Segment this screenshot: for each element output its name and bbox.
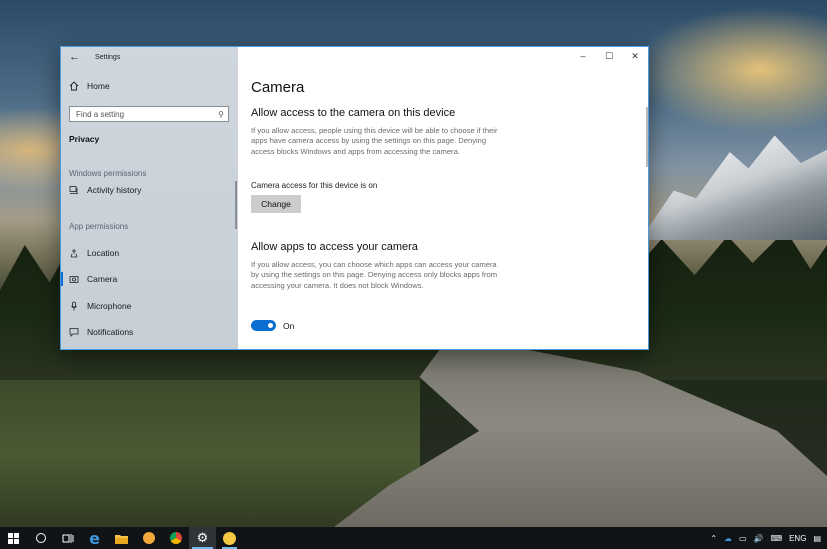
content-scrollbar[interactable] bbox=[646, 107, 648, 167]
sidebar-item-camera[interactable]: Camera bbox=[61, 272, 118, 286]
toggle-state-label: On bbox=[283, 321, 295, 331]
content-pane: – ☐ ✕ Camera Allow access to the camera … bbox=[238, 47, 648, 349]
search-icon[interactable]: ⚲ bbox=[214, 110, 228, 119]
chrome-button[interactable] bbox=[162, 527, 189, 549]
device-access-description: If you allow access, people using this d… bbox=[251, 126, 498, 156]
home-icon bbox=[69, 81, 79, 91]
sidebar-item-home[interactable]: Home bbox=[69, 81, 110, 91]
close-button[interactable]: ✕ bbox=[622, 47, 648, 65]
camera-access-toggle[interactable] bbox=[251, 320, 276, 331]
system-tray: ⌃ ☁ ▭ 🔊 ⌨ ENG ▤ bbox=[710, 527, 821, 549]
device-access-status: Camera access for this device is on bbox=[251, 181, 378, 190]
task-view-button[interactable] bbox=[54, 527, 81, 549]
apps-access-description: If you allow access, you can choose whic… bbox=[251, 260, 498, 290]
cortana-button[interactable] bbox=[27, 527, 54, 549]
emoji-app-icon bbox=[223, 531, 236, 545]
app-icon bbox=[142, 532, 155, 544]
settings-window: ← Settings Home ⚲ Privacy Windows permis… bbox=[60, 46, 649, 350]
show-hidden-icons-icon[interactable]: ⌃ bbox=[710, 534, 717, 543]
sidebar-item-label: Activity history bbox=[87, 185, 142, 195]
camera-icon bbox=[69, 276, 79, 283]
sidebar-item-label: Home bbox=[87, 81, 110, 91]
sidebar-item-location[interactable]: Location bbox=[69, 248, 119, 258]
sidebar-item-label: Notifications bbox=[87, 327, 134, 337]
settings-button[interactable]: ⚙ bbox=[189, 527, 216, 549]
chrome-icon bbox=[169, 532, 182, 544]
task-view-icon bbox=[62, 533, 73, 543]
onedrive-icon[interactable]: ☁ bbox=[724, 534, 732, 543]
sidebar-item-notifications[interactable]: Notifications bbox=[69, 327, 133, 337]
app-permissions-label: App permissions bbox=[69, 222, 129, 231]
device-access-heading: Allow access to the camera on this devic… bbox=[251, 107, 456, 119]
title-bar: ← Settings bbox=[61, 47, 238, 67]
sidebar-item-label: Location bbox=[87, 248, 120, 258]
page-title: Camera bbox=[251, 79, 305, 96]
volume-icon[interactable]: 🔊 bbox=[754, 534, 764, 543]
sidebar-item-activity-history[interactable]: Activity history bbox=[69, 185, 141, 195]
sidebar-item-microphone[interactable]: Microphone bbox=[69, 301, 131, 311]
language-indicator[interactable]: ENG bbox=[789, 534, 806, 543]
desktop-mountains bbox=[640, 135, 827, 240]
minimize-button[interactable]: – bbox=[570, 47, 596, 65]
cortana-icon bbox=[35, 533, 46, 543]
toggle-knob bbox=[268, 323, 273, 328]
change-button[interactable]: Change bbox=[251, 195, 301, 213]
start-icon bbox=[8, 532, 19, 544]
section-title: Privacy bbox=[69, 134, 100, 144]
sidebar-item-label: Camera bbox=[87, 274, 118, 284]
notifications-icon bbox=[69, 328, 79, 337]
keyboard-icon[interactable]: ⌨ bbox=[771, 534, 783, 543]
file-explorer-icon bbox=[115, 534, 128, 544]
edge-icon: e bbox=[89, 528, 100, 548]
location-icon bbox=[70, 249, 78, 258]
action-center-icon[interactable]: ▤ bbox=[813, 534, 821, 543]
app-title: Settings bbox=[95, 53, 121, 61]
sidebar: ← Settings Home ⚲ Privacy Windows permis… bbox=[61, 47, 238, 349]
window-controls: – ☐ ✕ bbox=[570, 47, 648, 65]
maximize-button[interactable]: ☐ bbox=[596, 47, 622, 65]
file-explorer-button[interactable] bbox=[108, 527, 135, 549]
activity-history-icon bbox=[69, 186, 78, 194]
windows-permissions-label: Windows permissions bbox=[69, 169, 147, 178]
desktop-grass bbox=[0, 380, 420, 530]
back-arrow-icon[interactable]: ← bbox=[69, 51, 81, 63]
taskbar: e ⚙ ⌃ ☁ ▭ 🔊 ⌨ ENG ▤ bbox=[0, 527, 827, 549]
emoji-app-button[interactable] bbox=[216, 527, 243, 549]
search-box[interactable]: ⚲ bbox=[69, 106, 229, 122]
microphone-icon bbox=[71, 301, 77, 311]
apps-access-heading: Allow apps to access your camera bbox=[251, 241, 418, 253]
app-button[interactable] bbox=[135, 527, 162, 549]
sidebar-item-label: Microphone bbox=[87, 301, 132, 311]
start-button[interactable] bbox=[0, 527, 27, 549]
sidebar-scrollbar[interactable] bbox=[235, 181, 237, 229]
search-input[interactable] bbox=[70, 109, 214, 119]
network-icon[interactable]: ▭ bbox=[739, 534, 747, 543]
settings-icon: ⚙ bbox=[196, 530, 209, 545]
edge-button[interactable]: e bbox=[81, 527, 108, 549]
